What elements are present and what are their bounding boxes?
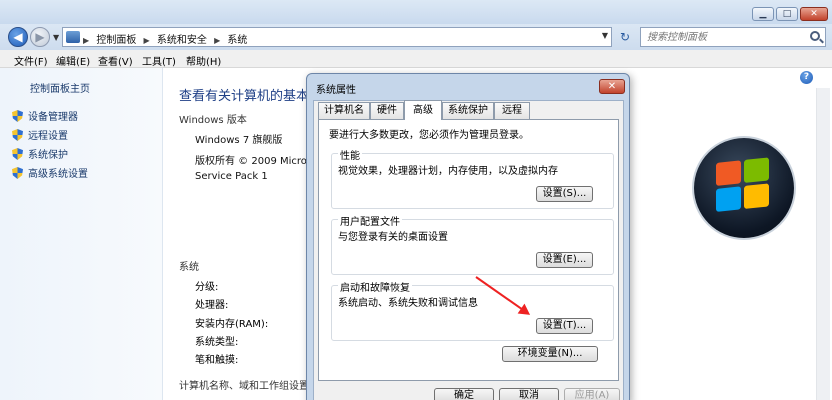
- maximize-button[interactable]: □: [776, 7, 798, 21]
- sidebar-item-label: 系统保护: [28, 150, 68, 161]
- windows-logo: [694, 138, 794, 238]
- menu-view[interactable]: 查看(V): [98, 53, 133, 68]
- dialog-body: 计算机名 硬件 高级 系统保护 远程 要进行大多数更改，您必须作为管理员登录。 …: [313, 100, 624, 400]
- breadcrumb-control-panel[interactable]: 控制面板: [96, 35, 136, 46]
- recent-pages-chevron-icon[interactable]: ▼: [53, 33, 59, 42]
- tab-computer-name[interactable]: 计算机名: [318, 102, 370, 119]
- windows-flag-icon: [716, 157, 772, 215]
- windows-edition-header: Windows 版本: [179, 115, 247, 126]
- address-toolbar: ◀ ▶ ▼ ▶ 控制面板 ▶ 系统和安全 ▶ 系统 ▼ ↻: [0, 24, 832, 50]
- menu-tools[interactable]: 工具(T): [142, 53, 176, 68]
- startup-recovery-group: 启动和故障恢复 系统启动、系统失败和调试信息 设置(T)...: [331, 279, 614, 341]
- address-dropdown-chevron-icon[interactable]: ▼: [602, 31, 608, 40]
- tab-advanced[interactable]: 高级: [404, 100, 442, 120]
- user-profiles-group: 用户配置文件 与您登录有关的桌面设置 设置(E)...: [331, 213, 614, 275]
- search-input[interactable]: [641, 28, 801, 46]
- menu-file[interactable]: 文件(F): [14, 53, 48, 68]
- system-properties-dialog: 系统属性 ✕ 计算机名 硬件 高级 系统保护 远程 要进行大多数更改，您必须作为…: [306, 73, 630, 400]
- windows-edition-value: Windows 7 旗舰版: [195, 135, 283, 146]
- sidebar-item-advanced-settings[interactable]: 高级系统设置: [12, 165, 88, 180]
- sidebar-item-device-manager[interactable]: 设备管理器: [12, 108, 78, 123]
- forward-button[interactable]: ▶: [30, 27, 50, 47]
- search-box[interactable]: [640, 27, 826, 47]
- rating-label: 分级:: [195, 282, 219, 293]
- flag-yellow-pane: [744, 183, 769, 209]
- sidebar-item-label: 远程设置: [28, 131, 68, 142]
- menu-bar: 文件(F) 编辑(E) 查看(V) 工具(T) 帮助(H): [0, 50, 832, 68]
- startup-recovery-title: 启动和故障恢复: [338, 279, 412, 294]
- flag-blue-pane: [716, 186, 741, 212]
- dialog-close-button[interactable]: ✕: [599, 79, 625, 94]
- admin-note: 要进行大多数更改，您必须作为管理员登录。: [329, 130, 529, 141]
- breadcrumb: ▶ 控制面板 ▶ 系统和安全 ▶ 系统: [83, 31, 251, 46]
- user-profiles-title: 用户配置文件: [338, 213, 402, 228]
- system-type-label: 系统类型:: [195, 337, 239, 348]
- flag-red-pane: [716, 160, 741, 186]
- control-panel-icon: [66, 31, 80, 43]
- startup-recovery-settings-button[interactable]: 设置(T)...: [536, 318, 593, 334]
- sidebar-item-system-protection[interactable]: 系统保护: [12, 146, 68, 161]
- uac-shield-icon: [12, 129, 23, 141]
- performance-group: 性能 视觉效果，处理器计划，内存使用，以及虚拟内存 设置(S)...: [331, 147, 614, 209]
- advanced-tab-panel: 要进行大多数更改，您必须作为管理员登录。 性能 视觉效果，处理器计划，内存使用，…: [318, 119, 619, 381]
- computer-name-header: 计算机名称、域和工作组设置: [179, 381, 309, 392]
- breadcrumb-system-security[interactable]: 系统和安全: [157, 35, 207, 46]
- vertical-scrollbar[interactable]: [816, 88, 830, 400]
- menu-help[interactable]: 帮助(H): [186, 53, 221, 68]
- tab-hardware[interactable]: 硬件: [370, 102, 404, 119]
- sidebar-control-panel-home[interactable]: 控制面板主页: [30, 80, 90, 95]
- pen-touch-label: 笔和触摸:: [195, 355, 239, 366]
- ok-button[interactable]: 确定: [434, 388, 494, 400]
- breadcrumb-chevron-icon[interactable]: ▶: [83, 36, 89, 45]
- environment-variables-button[interactable]: 环境变量(N)...: [502, 346, 598, 362]
- apply-button[interactable]: 应用(A): [564, 388, 620, 400]
- minimize-button[interactable]: ▁: [752, 7, 774, 21]
- ram-label: 安装内存(RAM):: [195, 319, 269, 330]
- tab-system-protection[interactable]: 系统保护: [442, 102, 494, 119]
- menu-edit[interactable]: 编辑(E): [56, 53, 90, 68]
- system-header: 系统: [179, 262, 199, 273]
- sidebar-item-label: 设备管理器: [28, 112, 78, 123]
- search-icon[interactable]: [810, 31, 820, 41]
- service-pack-value: Service Pack 1: [195, 171, 268, 182]
- sidebar-item-remote-settings[interactable]: 远程设置: [12, 127, 68, 142]
- uac-shield-icon: [12, 148, 23, 160]
- cancel-button[interactable]: 取消: [499, 388, 559, 400]
- breadcrumb-system[interactable]: 系统: [227, 35, 247, 46]
- sidebar: 控制面板主页 设备管理器 远程设置 系统保护 高级系统设置: [0, 68, 163, 400]
- breadcrumb-chevron-icon[interactable]: ▶: [214, 36, 220, 45]
- close-window-button[interactable]: ✕: [800, 7, 828, 21]
- user-profiles-desc: 与您登录有关的桌面设置: [338, 232, 448, 243]
- refresh-button[interactable]: ↻: [614, 29, 636, 45]
- help-icon[interactable]: ?: [800, 71, 813, 84]
- address-field[interactable]: ▶ 控制面板 ▶ 系统和安全 ▶ 系统 ▼: [62, 27, 612, 47]
- sidebar-item-label: 高级系统设置: [28, 169, 88, 180]
- uac-shield-icon: [12, 167, 23, 179]
- processor-label: 处理器:: [195, 300, 229, 311]
- back-button[interactable]: ◀: [8, 27, 28, 47]
- startup-recovery-desc: 系统启动、系统失败和调试信息: [338, 298, 478, 309]
- tab-remote[interactable]: 远程: [494, 102, 530, 119]
- performance-desc: 视觉效果，处理器计划，内存使用，以及虚拟内存: [338, 166, 558, 177]
- dialog-title: 系统属性: [316, 85, 356, 96]
- breadcrumb-chevron-icon[interactable]: ▶: [144, 36, 150, 45]
- window-titlebar: ▁ □ ✕: [0, 0, 832, 24]
- user-profiles-settings-button[interactable]: 设置(E)...: [536, 252, 593, 268]
- uac-shield-icon: [12, 110, 23, 122]
- performance-title: 性能: [338, 147, 362, 162]
- performance-settings-button[interactable]: 设置(S)...: [536, 186, 593, 202]
- flag-green-pane: [744, 157, 769, 183]
